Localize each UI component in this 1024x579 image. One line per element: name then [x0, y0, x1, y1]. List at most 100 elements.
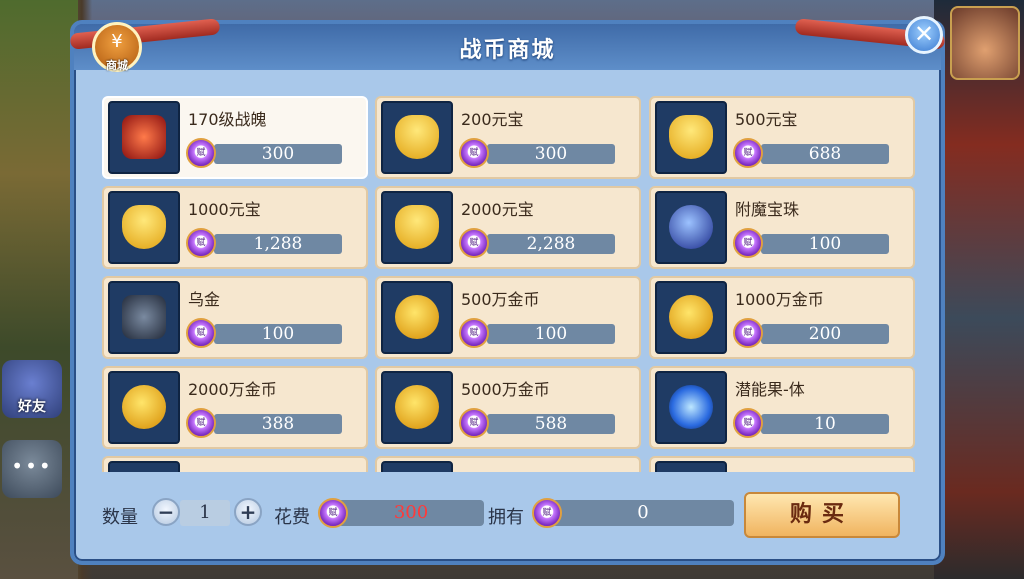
ore-icon — [122, 295, 166, 339]
increase-button[interactable]: + — [234, 498, 262, 526]
item-thumbnail — [108, 281, 180, 354]
item-name: 1000万金币 — [735, 290, 824, 309]
item-thumbnail — [655, 371, 727, 444]
scene-right — [934, 0, 1024, 579]
item-card[interactable]: 200元宝 300 赋 — [375, 96, 641, 179]
currency-icon: 赋 — [733, 408, 763, 438]
item-price: 388 — [214, 414, 342, 434]
friends-button[interactable]: 好友 — [2, 360, 62, 418]
item-grid: 170级战魄 300 赋 200元宝 300 赋 500元宝 688 赋 1000元宝 1,288 赋… — [102, 96, 920, 472]
item-price: 100 — [761, 234, 889, 254]
item-thumbnail — [655, 461, 727, 472]
quantity-label: 数量 — [102, 507, 138, 528]
soul-icon — [122, 115, 166, 159]
friends-label: 好友 — [18, 399, 46, 415]
item-price: 588 — [487, 414, 615, 434]
item-price: 200 — [761, 324, 889, 344]
cost-value: 300 — [338, 500, 484, 526]
currency-icon: 赋 — [459, 138, 489, 168]
item-name: 乌金 — [188, 290, 221, 309]
item-name: 2000元宝 — [461, 200, 534, 219]
item-thumbnail — [381, 371, 453, 444]
owned-currency-icon: 赋 — [532, 498, 562, 528]
currency-icon: 赋 — [733, 138, 763, 168]
title-bar: 战币商城 — [69, 18, 946, 70]
purchase-bar: 数量 − 1 + 花费 300 赋 拥有 0 赋 购买 — [74, 480, 941, 550]
item-thumbnail — [108, 461, 180, 472]
item-name: 附魔宝珠 — [735, 200, 800, 219]
currency-icon: 赋 — [186, 408, 216, 438]
player-avatar[interactable] — [950, 6, 1020, 80]
owned-value: 0 — [552, 500, 734, 526]
energy-icon — [669, 385, 713, 429]
item-card[interactable]: 赋 — [102, 456, 368, 472]
item-name: 潜能果-体 — [735, 380, 805, 399]
currency-icon: 赋 — [186, 318, 216, 348]
item-card[interactable]: 500元宝 688 赋 — [649, 96, 915, 179]
ingot-icon — [395, 205, 439, 249]
item-thumbnail — [655, 281, 727, 354]
item-card[interactable]: 2000万金币 388 赋 — [102, 366, 368, 449]
item-price: 300 — [487, 144, 615, 164]
item-thumbnail — [381, 461, 453, 472]
coin-icon — [122, 385, 166, 429]
buy-button[interactable]: 购买 — [744, 492, 900, 538]
item-thumbnail — [381, 281, 453, 354]
item-name: 2000万金币 — [188, 380, 277, 399]
item-thumbnail — [381, 191, 453, 264]
currency-icon: 赋 — [459, 408, 489, 438]
coin-icon — [395, 385, 439, 429]
currency-icon: 赋 — [459, 228, 489, 258]
item-name: 200元宝 — [461, 110, 524, 129]
ingot-icon — [122, 205, 166, 249]
item-thumbnail — [108, 191, 180, 264]
shop-glyph: ¥ — [111, 31, 123, 52]
item-card[interactable]: 1000万金币 200 赋 — [649, 276, 915, 359]
item-thumbnail — [655, 191, 727, 264]
orb-icon — [669, 205, 713, 249]
currency-icon: 赋 — [459, 318, 489, 348]
owned-label: 拥有 — [488, 507, 524, 528]
item-name: 500元宝 — [735, 110, 798, 129]
item-thumbnail — [381, 101, 453, 174]
item-name: 170级战魄 — [188, 110, 267, 129]
chat-button[interactable]: ••• — [2, 440, 62, 498]
shop-icon: ¥ 商城 — [92, 22, 142, 72]
item-price: 100 — [214, 324, 342, 344]
cost-label: 花费 — [274, 507, 310, 528]
quantity-value[interactable]: 1 — [180, 500, 230, 526]
item-thumbnail — [655, 101, 727, 174]
currency-icon: 赋 — [733, 228, 763, 258]
coin-icon — [669, 295, 713, 339]
item-card[interactable]: 170级战魄 300 赋 — [102, 96, 368, 179]
item-price: 300 — [214, 144, 342, 164]
item-card[interactable]: 2000元宝 2,288 赋 — [375, 186, 641, 269]
ingot-icon — [669, 115, 713, 159]
item-price: 100 — [487, 324, 615, 344]
item-price: 2,288 — [487, 234, 615, 254]
close-button[interactable]: ✕ — [905, 16, 943, 54]
currency-icon: 赋 — [186, 138, 216, 168]
item-name: 500万金币 — [461, 290, 540, 309]
item-card[interactable]: 乌金 100 赋 — [102, 276, 368, 359]
item-card[interactable]: 500万金币 100 赋 — [375, 276, 641, 359]
item-name: 1000元宝 — [188, 200, 261, 219]
item-card[interactable]: 5000万金币 588 赋 — [375, 366, 641, 449]
item-card[interactable]: 附魔宝珠 100 赋 — [649, 186, 915, 269]
item-card[interactable]: 赋 — [375, 456, 641, 472]
item-card[interactable]: 潜能果-体 10 赋 — [649, 366, 915, 449]
shop-icon-label: 商城 — [106, 59, 128, 72]
currency-icon: 赋 — [186, 228, 216, 258]
shop-window: 战币商城 ¥ 商城 ✕ 170级战魄 300 赋 200元宝 300 赋 500元宝 688 赋… — [69, 16, 946, 565]
item-thumbnail — [108, 101, 180, 174]
item-card[interactable]: 赋 — [649, 456, 915, 472]
item-name: 5000万金币 — [461, 380, 550, 399]
item-price: 10 — [761, 414, 889, 434]
coin-icon — [395, 295, 439, 339]
item-thumbnail — [108, 371, 180, 444]
currency-icon: 赋 — [733, 318, 763, 348]
cost-currency-icon: 赋 — [318, 498, 348, 528]
item-price: 688 — [761, 144, 889, 164]
decrease-button[interactable]: − — [152, 498, 180, 526]
item-card[interactable]: 1000元宝 1,288 赋 — [102, 186, 368, 269]
